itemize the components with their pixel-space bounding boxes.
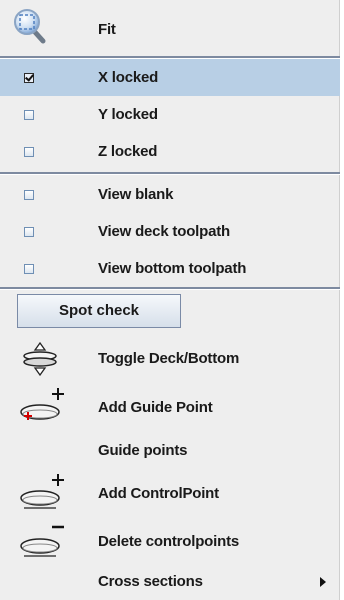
menu-item-z-locked[interactable]: Z locked — [0, 133, 340, 170]
view-blank-label: View blank — [98, 186, 174, 203]
menu-item-delete-controlpoints[interactable]: Delete controlpoints — [0, 518, 340, 564]
z-locked-checkbox[interactable] — [24, 147, 34, 157]
menu-item-toggle-deck-bottom[interactable]: Toggle Deck/Bottom — [0, 336, 340, 382]
menu-item-x-locked[interactable]: X locked — [0, 59, 340, 96]
fit-label: Fit — [98, 21, 116, 38]
spot-check-button[interactable]: Spot check — [17, 294, 181, 328]
x-locked-label: X locked — [98, 69, 159, 86]
y-locked-label: Y locked — [98, 106, 158, 123]
menu-item-fit[interactable]: Fit — [0, 0, 340, 54]
view-bottom-toolpath-checkbox[interactable] — [24, 264, 34, 274]
separator — [0, 287, 340, 290]
y-locked-checkbox[interactable] — [24, 110, 34, 120]
view-bottom-toolpath-label: View bottom toolpath — [98, 260, 247, 277]
view-blank-checkbox[interactable] — [24, 190, 34, 200]
z-locked-label: Z locked — [98, 143, 158, 160]
menu-item-guide-points[interactable]: Guide points — [0, 432, 340, 470]
menu-item-y-locked[interactable]: Y locked — [0, 96, 340, 133]
add-guide-point-icon — [20, 388, 64, 420]
menu-item-view-bottom-toolpath[interactable]: View bottom toolpath — [0, 250, 340, 287]
add-controlpoint-label: Add ControlPoint — [98, 485, 219, 502]
menu-item-add-controlpoint[interactable]: Add ControlPoint — [0, 470, 340, 516]
submenu-arrow-icon — [320, 577, 326, 587]
add-guide-point-label: Add Guide Point — [98, 399, 213, 416]
menu-item-add-guide-point[interactable]: Add Guide Point — [0, 384, 340, 430]
add-controlpoint-icon — [20, 474, 64, 509]
cross-sections-label: Cross sections — [98, 573, 203, 590]
guide-points-label: Guide points — [98, 442, 188, 459]
menu-item-view-deck-toolpath[interactable]: View deck toolpath — [0, 213, 340, 250]
magnifier-icon — [14, 9, 46, 44]
toggle-deck-bottom-icon — [23, 342, 57, 376]
delete-controlpoints-label: Delete controlpoints — [98, 533, 240, 550]
view-deck-toolpath-label: View deck toolpath — [98, 223, 230, 240]
toggle-deck-bottom-label: Toggle Deck/Bottom — [98, 350, 240, 367]
delete-controlpoints-icon — [20, 525, 64, 557]
x-locked-checkbox[interactable] — [24, 73, 34, 83]
separator — [0, 172, 340, 175]
popup-menu: Fit X locked Y locked Z locked View blan… — [0, 0, 340, 600]
view-deck-toolpath-checkbox[interactable] — [24, 227, 34, 237]
menu-item-cross-sections[interactable]: Cross sections — [0, 566, 340, 600]
menu-item-view-blank[interactable]: View blank — [0, 176, 340, 213]
